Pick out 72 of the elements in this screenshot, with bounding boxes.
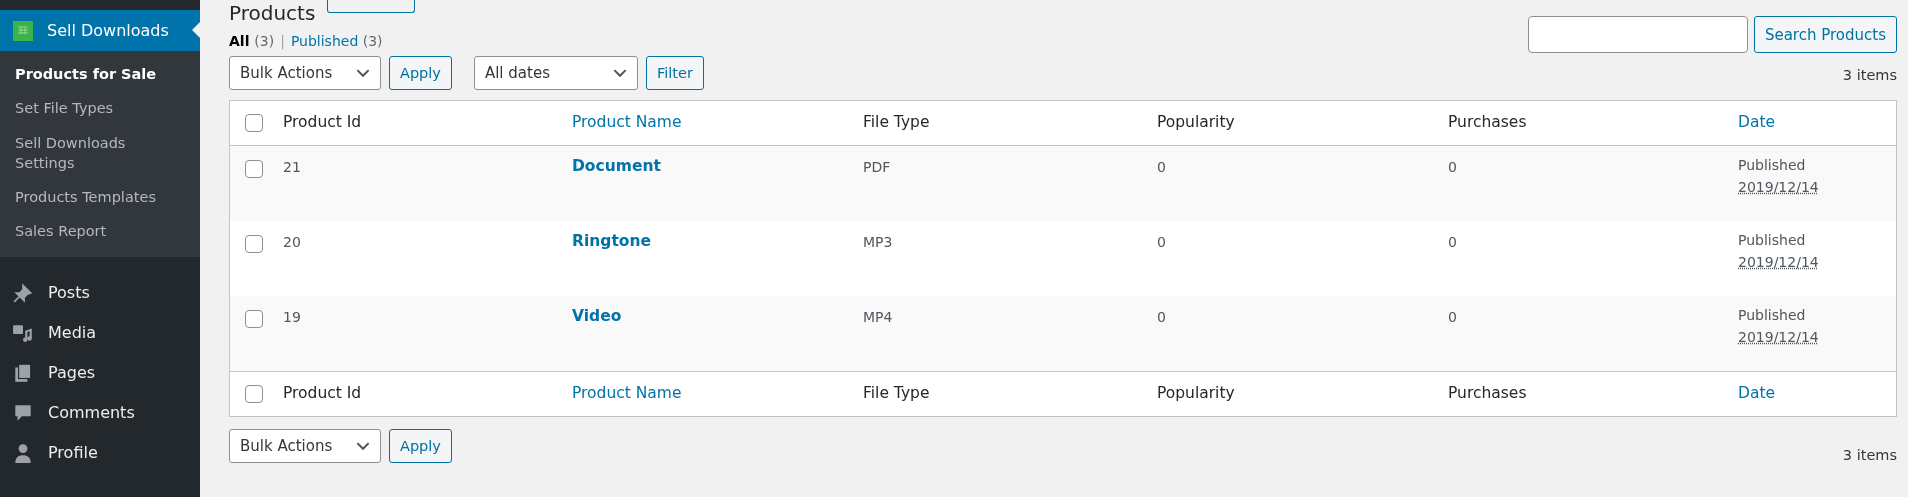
table-cell: 19 (283, 309, 301, 325)
status-text: Published (1738, 157, 1807, 173)
submenu-item[interactable]: Products Templates (0, 180, 200, 215)
row-checkbox[interactable] (245, 235, 263, 253)
page-title: Products (229, 2, 316, 24)
column-header: Popularity (1157, 384, 1235, 402)
column-header: Purchases (1448, 113, 1527, 131)
select-all-checkbox[interactable] (245, 385, 263, 403)
column-header: Product Id (283, 113, 362, 131)
column-header[interactable]: Date (1738, 384, 1776, 402)
page-title-button[interactable] (327, 0, 416, 13)
menu-item[interactable]: Profile (0, 432, 200, 473)
separator: | (280, 33, 285, 49)
table-cell: 0 (1448, 309, 1457, 325)
view-link[interactable]: All (3) (229, 33, 275, 49)
column-header[interactable]: Product Name (572, 113, 682, 131)
table-cell: 21 (283, 159, 301, 175)
apply-button[interactable]: Apply (389, 429, 452, 463)
column-header[interactable]: Date (1738, 113, 1776, 131)
search-field[interactable] (1527, 16, 1748, 53)
item-count: 3 items (1842, 446, 1897, 463)
menu-label: Sell Downloads (47, 21, 169, 40)
table-cell: 0 (1448, 159, 1457, 175)
column-header[interactable]: Product Name (572, 384, 682, 402)
submenu-item[interactable]: Set File Types (0, 91, 200, 126)
product-link[interactable]: Ringtone (572, 232, 651, 250)
table-cell: PDF (863, 159, 891, 175)
grid-icon (13, 20, 33, 41)
date-text: 2019/12/14 (1738, 179, 1819, 195)
person-icon (12, 441, 34, 464)
column-header: Purchases (1448, 384, 1527, 402)
pin-icon (12, 281, 34, 304)
column-header: Popularity (1157, 113, 1235, 131)
column-header: Product Id (283, 384, 362, 402)
menu-item[interactable]: Posts (0, 272, 200, 313)
row-checkbox[interactable] (245, 160, 263, 178)
status-text: Published (1738, 307, 1807, 323)
table-cell: 0 (1157, 309, 1166, 325)
submenu-item[interactable]: Sell Downloads Settings (0, 125, 200, 181)
column-header: File Type (863, 113, 930, 131)
filter-button[interactable]: Filter (645, 56, 704, 90)
table-cell: MP3 (863, 234, 893, 250)
status-text: Published (1738, 232, 1807, 248)
view-link[interactable]: Published (3) (290, 33, 383, 49)
table-cell: 0 (1157, 159, 1166, 175)
date-text: 2019/12/14 (1738, 254, 1819, 270)
submenu-item[interactable]: Products for Sale (0, 57, 200, 92)
select-all-checkbox[interactable] (245, 114, 263, 132)
menu-item[interactable]: Comments (0, 392, 200, 433)
menu-item[interactable]: Pages (0, 352, 200, 393)
sidebar-item[interactable]: Sell Downloads (0, 10, 200, 51)
dates-select[interactable]: All dates (473, 56, 638, 90)
table-cell: 0 (1157, 234, 1166, 250)
submenu-item[interactable]: Sales Report (0, 214, 200, 249)
pages-icon (12, 361, 34, 384)
product-link[interactable]: Document (572, 157, 661, 175)
column-header: File Type (863, 384, 930, 402)
table-cell: MP4 (863, 309, 893, 325)
item-count: 3 items (1842, 67, 1897, 83)
apply-button[interactable]: Apply (389, 56, 452, 90)
table-cell: 20 (283, 234, 301, 250)
bulk-actions-select[interactable]: Bulk Actions (229, 429, 381, 463)
chevron-down-icon (356, 441, 370, 451)
search-button[interactable]: Search Products (1753, 16, 1897, 53)
row-checkbox[interactable] (245, 310, 263, 328)
date-text: 2019/12/14 (1738, 329, 1819, 345)
bulk-actions-select[interactable]: Bulk Actions (229, 56, 381, 90)
chevron-down-icon (612, 68, 627, 78)
product-link[interactable]: Video (572, 307, 622, 325)
menu-item[interactable]: Media (0, 312, 200, 353)
table-cell: 0 (1448, 234, 1457, 250)
chevron-down-icon (356, 68, 370, 78)
